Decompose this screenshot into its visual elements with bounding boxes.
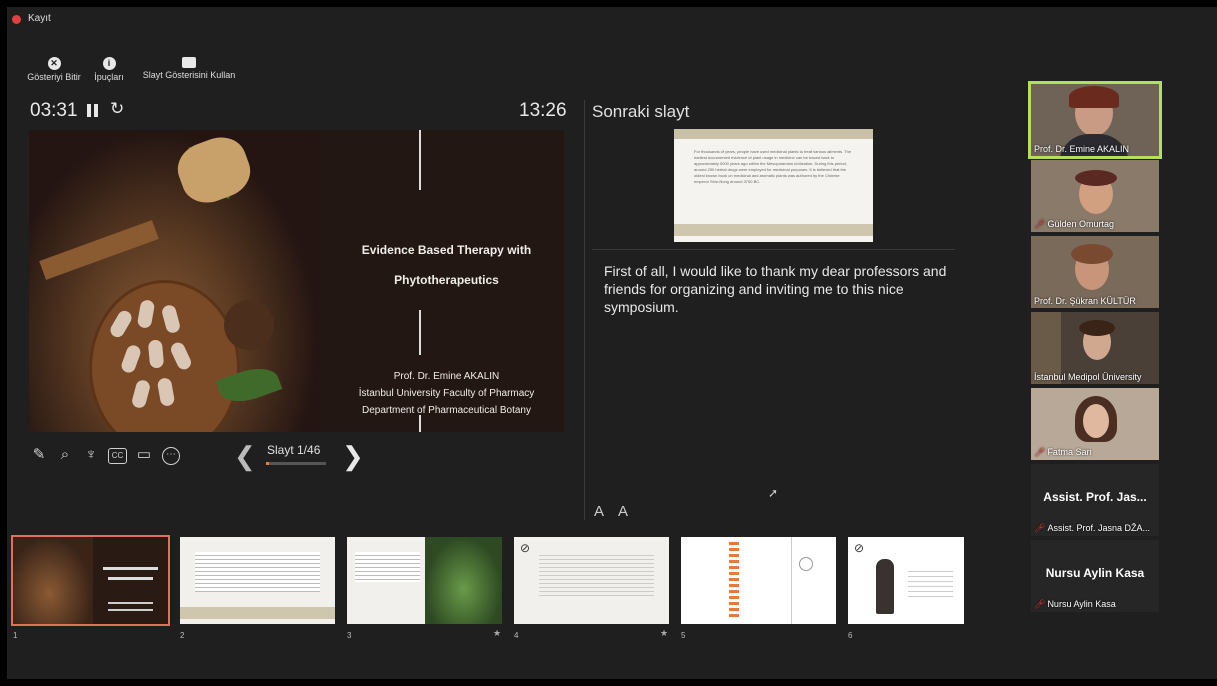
notes-divider (592, 249, 955, 250)
filmstrip-slide-4[interactable]: ⊘ (514, 537, 669, 624)
more-options-icon[interactable]: ⋯ (162, 447, 180, 465)
panel-divider (584, 100, 585, 520)
slide-title-line2: Phytotherapeutics (394, 273, 499, 287)
slide-number-3: 3 (347, 631, 352, 640)
participant-name: Nursu Aylin Kasa (1047, 599, 1116, 609)
reset-icon[interactable]: ↻ (110, 99, 124, 119)
participant-video-1[interactable]: Prof. Dr. Emine AKALIN (1028, 81, 1162, 159)
slide-affiliation1: İstanbul University Faculty of Pharmacy (358, 388, 535, 399)
pause-icon[interactable] (87, 104, 99, 118)
animation-star-icon: ★ (660, 628, 669, 638)
participant-video-2[interactable]: 🎤︎ Gülden Omurtag (1031, 160, 1159, 232)
next-slide-icon[interactable]: ❯ (342, 441, 364, 472)
current-slide: Evidence Based Therapy with Phytotherape… (29, 130, 564, 432)
muted-mic-icon: 🎤︎ (1034, 447, 1046, 457)
filmstrip-slide-3[interactable] (347, 537, 502, 624)
increase-font-button[interactable]: A (594, 503, 604, 520)
participant-name: Prof. Dr. Emine AKALIN (1034, 144, 1130, 154)
camera-icon[interactable]: ▭ (135, 446, 153, 464)
participant-big-name: Assist. Prof. Jas... (1043, 490, 1147, 504)
pen-icon[interactable]: ✎ (30, 446, 48, 464)
filmstrip-slide-1[interactable] (11, 535, 170, 626)
close-circle-icon: ✕ (47, 57, 61, 70)
participant-name: İstanbul Medipol Üniversity (1034, 372, 1142, 382)
use-slideshow-button[interactable]: Slayt Gösterisini Kullan (137, 57, 241, 80)
speaker-notes: First of all, I would like to thank my d… (604, 263, 947, 315)
previous-slide-icon[interactable]: ❮ (234, 441, 256, 472)
participant-name: Gülden Omurtag (1047, 219, 1114, 229)
hidden-slide-icon: ⊘ (520, 541, 531, 555)
end-show-label: Gösteriyi Bitir (27, 72, 81, 82)
info-icon: i (102, 57, 116, 70)
zoom-icon[interactable]: ⌕ (56, 446, 74, 464)
participant-big-name: Nursu Aylin Kasa (1045, 566, 1145, 580)
muted-mic-icon: 🎤︎ (1034, 523, 1046, 533)
elapsed-timer: 03:31 (30, 100, 78, 121)
participant-video-3[interactable]: Prof. Dr. Şükran KÜLTÜR (1031, 236, 1159, 308)
next-slide-preview[interactable]: For thousands of years, people have used… (674, 129, 873, 242)
participant-tile-6[interactable]: Assist. Prof. Jas... 🎤︎ Assist. Prof. Jas… (1031, 464, 1159, 536)
slide-herbal-image (29, 130, 319, 432)
slide-title-line1: Evidence Based Therapy with (361, 243, 532, 257)
hidden-slide-icon: ⊘ (854, 541, 865, 555)
participant-video-5[interactable]: 🎤︎ Fatma Sarı (1031, 388, 1159, 460)
muted-mic-icon: 🎤︎ (1034, 599, 1046, 609)
participant-name: Assist. Prof. Jasna DŽA... (1047, 523, 1150, 533)
participant-tile-7[interactable]: Nursu Aylin Kasa 🎤︎ Nursu Aylin Kasa (1031, 540, 1159, 612)
clock-time: 13:26 (519, 100, 567, 121)
tips-label: İpuçları (94, 72, 124, 82)
presenter-icon[interactable]: ♆ (82, 446, 100, 464)
cursor-icon: ➚ (768, 486, 779, 500)
recording-label: Kayıt (28, 13, 51, 24)
slide-affiliation2: Department of Pharmaceutical Botany (362, 405, 531, 416)
slide-progress-bar (266, 462, 326, 465)
slideshow-icon (182, 57, 196, 68)
slide-counter: Slayt 1/46 (267, 443, 321, 457)
muted-mic-icon: 🎤︎ (1034, 219, 1046, 229)
end-show-button[interactable]: ✕ Gösteriyi Bitir (24, 57, 84, 82)
filmstrip-slide-6[interactable]: ⊘ (848, 537, 964, 624)
tips-button[interactable]: i İpuçları (92, 57, 126, 82)
filmstrip-slide-5[interactable] (681, 537, 836, 624)
slide-number-2: 2 (180, 631, 185, 640)
slide-author: Prof. Dr. Emine AKALIN (393, 371, 500, 382)
next-slide-text: For thousands of years, people have used… (694, 149, 852, 184)
use-slideshow-label: Slayt Gösterisini Kullan (142, 70, 236, 80)
participant-name: Prof. Dr. Şükran KÜLTÜR (1034, 296, 1136, 306)
slide-number-6: 6 (848, 631, 853, 640)
filmstrip-slide-2[interactable] (180, 537, 335, 624)
slide-number-1: 1 (13, 631, 18, 640)
participant-video-4[interactable]: İstanbul Medipol Üniversity (1031, 312, 1159, 384)
recording-icon (12, 15, 21, 24)
slide-number-4: 4 (514, 631, 519, 640)
subtitles-icon[interactable]: CC (108, 448, 127, 464)
slide-progress-fill (266, 462, 269, 465)
slide-number-5: 5 (681, 631, 686, 640)
animation-star-icon: ★ (493, 628, 502, 638)
next-slide-label: Sonraki slayt (592, 102, 690, 121)
participant-name: Fatma Sarı (1047, 447, 1092, 457)
decrease-font-button[interactable]: A (618, 503, 628, 520)
